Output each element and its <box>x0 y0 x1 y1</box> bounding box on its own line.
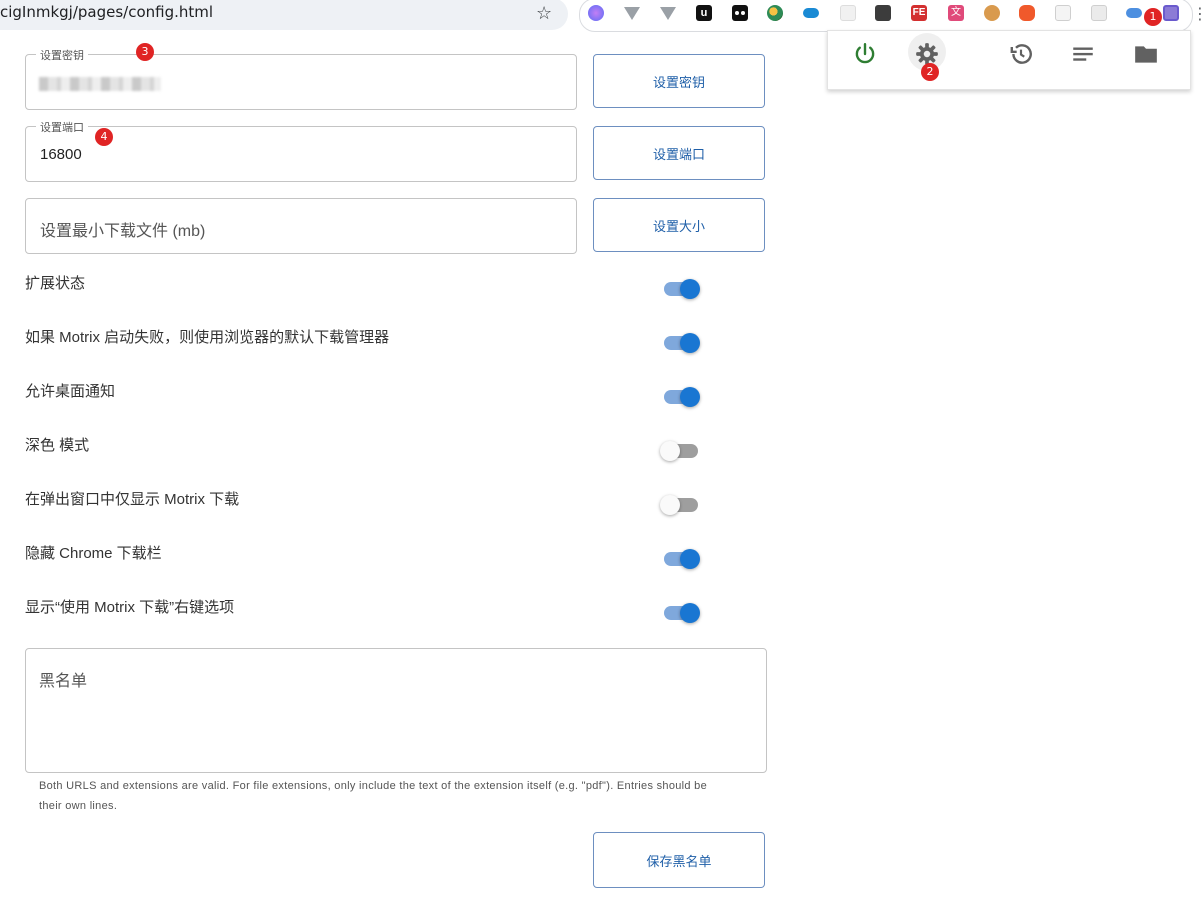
port-value: 16800 <box>40 146 82 163</box>
list-icon[interactable] <box>1070 41 1096 67</box>
motrix-ext-icon[interactable] <box>1163 5 1179 21</box>
blacklist-helper-text: Both URLS and extensions are valid. For … <box>39 780 708 812</box>
network-ext-icon[interactable] <box>875 5 891 21</box>
translate-ext-icon[interactable]: 文 <box>948 5 964 21</box>
browser-toolbar: cigInmkgj/pages/config.html ☆ u FE 文 ⋮ <box>0 0 1202 32</box>
step-badge-2: 2 <box>921 63 939 81</box>
port-legend: 设置端口 <box>36 119 88 135</box>
set-key-button[interactable]: 设置密钥 <box>593 54 765 108</box>
folder-icon[interactable] <box>1133 41 1159 67</box>
bookmark-star-icon[interactable]: ☆ <box>536 3 552 24</box>
toggle-desktop-notifications[interactable] <box>662 385 702 409</box>
set-size-button[interactable]: 设置大小 <box>593 198 765 252</box>
cat-ext-icon[interactable] <box>1055 5 1071 21</box>
address-bar[interactable]: cigInmkgj/pages/config.html <box>0 0 568 30</box>
vue-ext-icon-2[interactable] <box>660 7 676 20</box>
toggle-extension-status[interactable] <box>662 277 702 301</box>
fe-ext-icon[interactable]: FE <box>911 5 927 21</box>
orange-ext-icon[interactable] <box>1019 5 1035 21</box>
step-badge-1: 1 <box>1144 8 1162 26</box>
tampermonkey-icon[interactable] <box>732 5 748 21</box>
set-port-button[interactable]: 设置端口 <box>593 126 765 180</box>
globe-ext-icon[interactable] <box>767 5 783 21</box>
toggle-dark-mode[interactable] <box>660 439 702 463</box>
u-ext-icon[interactable]: u <box>696 5 712 21</box>
step-badge-4: 4 <box>95 128 113 146</box>
secret-key-field[interactable]: 设置密钥 <box>25 47 577 110</box>
setting-label-fallback-downloader: 如果 Motrix 启动失败，则使用浏览器的默认下载管理器 <box>25 329 390 346</box>
min-size-field[interactable]: 设置最小下载文件 (mb) <box>25 198 577 254</box>
toggle-context-menu[interactable] <box>662 601 702 625</box>
setting-label-extension-status: 扩展状态 <box>25 275 86 292</box>
power-icon[interactable] <box>852 41 878 67</box>
setting-label-dark-mode: 深色 模式 <box>25 437 90 454</box>
blacklist-textarea[interactable]: 黑名单 <box>25 648 767 773</box>
vue-ext-icon[interactable] <box>624 7 640 20</box>
setting-label-hide-download-bar: 隐藏 Chrome 下载栏 <box>25 545 162 562</box>
url-text: cigInmkgj/pages/config.html <box>0 3 214 21</box>
setting-label-desktop-notifications: 允许桌面通知 <box>25 383 116 400</box>
blacklist-placeholder: 黑名单 <box>39 673 88 690</box>
cat-ext-icon-2[interactable] <box>1091 5 1107 21</box>
toggle-hide-download-bar[interactable] <box>662 547 702 571</box>
setting-label-context-menu: 显示“使用 Motrix 下载”右键选项 <box>25 599 235 616</box>
grid-ext-icon[interactable] <box>840 5 856 21</box>
step-badge-3: 3 <box>136 43 154 61</box>
min-size-placeholder: 设置最小下载文件 (mb) <box>40 223 206 240</box>
fe-ext-label: FE <box>912 7 926 18</box>
toggle-popup-motrix-only[interactable] <box>660 493 702 517</box>
extension-popup <box>827 30 1191 90</box>
secret-key-value-blurred <box>39 77 161 91</box>
cloud-sync-ext-icon[interactable] <box>1126 8 1142 18</box>
history-icon[interactable] <box>1008 41 1034 67</box>
secret-key-legend: 设置密钥 <box>36 47 88 63</box>
cloud-ext-icon[interactable] <box>803 8 819 18</box>
save-blacklist-button[interactable]: 保存黑名单 <box>593 832 765 888</box>
setting-label-popup-motrix-only: 在弹出窗口中仅显示 Motrix 下载 <box>25 491 240 508</box>
cookie-ext-icon[interactable] <box>984 5 1000 21</box>
toggle-fallback-downloader[interactable] <box>662 331 702 355</box>
brain-ext-icon[interactable] <box>588 5 604 21</box>
browser-menu-icon[interactable]: ⋮ <box>1192 4 1202 24</box>
